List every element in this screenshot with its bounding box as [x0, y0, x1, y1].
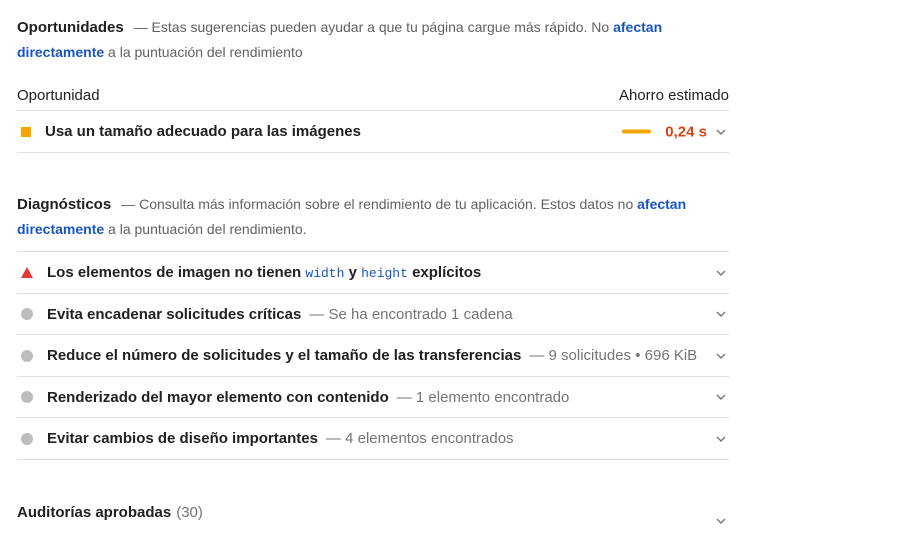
- diagnostic-label: Los elementos de imagen no tienen width …: [47, 264, 481, 281]
- opportunity-label: Usa un tamaño adecuado para las imágenes: [45, 123, 361, 140]
- diagnostic-label-part: Los elementos de imagen no tienen: [47, 264, 306, 281]
- chevron-down-icon[interactable]: [716, 127, 726, 137]
- info-dot-icon: [21, 432, 33, 445]
- opportunities-header: Oportunidades — Estas sugerencias pueden …: [17, 15, 729, 65]
- chevron-down-icon[interactable]: [716, 309, 726, 319]
- info-dot-icon: [21, 308, 33, 320]
- savings-estimate: 0,24 s: [622, 123, 707, 140]
- diagnostics-description: — Consulta más información sobre el rend…: [17, 196, 686, 237]
- chevron-down-icon[interactable]: [716, 434, 726, 444]
- column-savings: Ahorro estimado: [618, 86, 729, 104]
- diagnostic-row-lcp-element[interactable]: Renderizado del mayor elemento con conte…: [17, 377, 729, 418]
- diagnostic-row-critical-chains[interactable]: Evita encadenar solicitudes críticas — S…: [17, 294, 729, 335]
- diagnostic-summary: — 1 elemento encontrado: [396, 388, 570, 406]
- diagnostic-label: Evita encadenar solicitudes críticas: [47, 305, 302, 323]
- diagnostic-row-layout-shifts[interactable]: Evitar cambios de diseño importantes — 4…: [17, 418, 729, 460]
- passed-audits-title: Auditorías aprobadas: [17, 503, 172, 521]
- diagnostic-label: Evitar cambios de diseño importantes: [47, 430, 318, 447]
- chevron-down-icon[interactable]: [716, 513, 726, 524]
- diagnostic-summary: — Se ha encontrado 1 cadena: [309, 305, 513, 323]
- diagnostic-label: Renderizado del mayor elemento con conte…: [47, 388, 389, 406]
- chevron-down-icon[interactable]: [716, 268, 726, 278]
- diagnostic-row-image-dimensions[interactable]: Los elementos de imagen no tienen width …: [17, 252, 729, 294]
- diagnostic-label-part: y: [344, 264, 362, 281]
- diagnostic-label: Reduce el número de solicitudes y el tam…: [47, 347, 522, 364]
- opportunities-desc-prefix: — Estas sugerencias pueden ayudar a que …: [133, 19, 614, 35]
- opportunities-column-header: Oportunidad Ahorro estimado: [17, 80, 729, 111]
- diagnostic-row-request-count[interactable]: Reduce el número de solicitudes y el tam…: [17, 335, 729, 377]
- diagnostics-title: Diagnósticos: [17, 196, 112, 213]
- diagnostics-header: Diagnósticos — Consulta más información s…: [17, 192, 729, 242]
- chevron-down-icon[interactable]: [716, 392, 726, 402]
- info-dot-icon: [21, 391, 33, 403]
- diagnostic-summary: — 9 solicitudes • 696 KiB: [529, 347, 698, 364]
- savings-value: 0,24 s: [665, 123, 707, 140]
- column-opportunity: Oportunidad: [17, 86, 100, 104]
- diagnostic-label-part: explícitos: [407, 264, 482, 281]
- diagnostics-desc-prefix: — Consulta más información sobre el rend…: [121, 196, 638, 212]
- opportunities-desc-suffix: a la puntuación del rendimiento: [104, 44, 303, 60]
- code-width: width: [305, 266, 345, 281]
- warning-triangle-icon: [21, 267, 33, 278]
- savings-bar: [622, 129, 652, 134]
- diagnostics-desc-suffix: a la puntuación del rendimiento.: [104, 221, 307, 237]
- code-height: height: [361, 266, 408, 281]
- opportunities-title: Oportunidades: [17, 19, 124, 36]
- info-dot-icon: [21, 349, 33, 362]
- opportunity-row-image-size[interactable]: Usa un tamaño adecuado para las imágenes…: [17, 111, 729, 153]
- warning-square-icon: [21, 126, 31, 137]
- passed-audits-count: (30): [176, 503, 203, 521]
- passed-audits-toggle[interactable]: Auditorías aprobadas (30): [17, 497, 729, 527]
- diagnostic-summary: — 4 elementos encontrados: [325, 430, 514, 447]
- chevron-down-icon[interactable]: [716, 351, 726, 361]
